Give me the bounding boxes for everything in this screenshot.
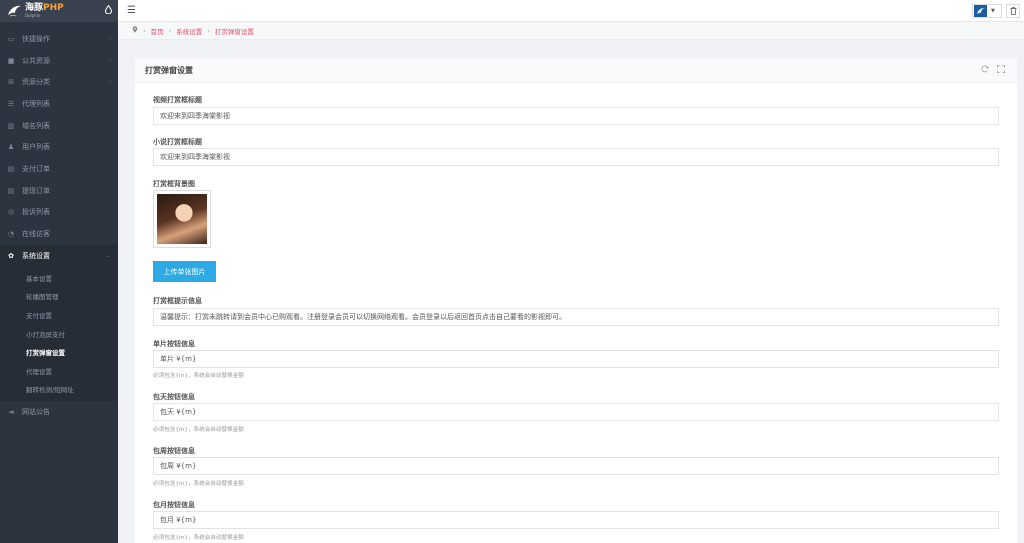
breadcrumb-current: 打赏弹窗设置 [214, 27, 254, 36]
sidebar-item[interactable]: ☰ 代理列表 [0, 93, 118, 115]
sidebar-item[interactable]: ▤ 支付订单 [0, 158, 118, 180]
sidebar-item-label: 域名列表 [22, 121, 50, 130]
user-icon: ♟ [7, 143, 15, 152]
water-drop-icon [104, 4, 113, 15]
sidebar-item[interactable]: ▭ 快捷操作 ‹ [0, 28, 118, 50]
list-icon: ☰ [7, 99, 15, 108]
trash-icon [1010, 7, 1016, 15]
card-header: 打赏弹窗设置 [135, 58, 1017, 83]
chevron-left-icon: ‹ [108, 35, 111, 43]
menu-toggle-icon[interactable]: ☰ [127, 5, 136, 16]
submenu-item[interactable]: 基本设置 [0, 269, 118, 288]
settings-card: 打赏弹窗设置 视频打赏框标题 欢迎来到四季海棠影视 小说打赏框标题 欢迎来到四季… [135, 58, 1017, 543]
fullscreen-icon[interactable] [997, 65, 1005, 75]
chevron-down-icon: ⌄ [105, 252, 111, 260]
video-title-input[interactable]: 欢迎来到四季海棠影视 [153, 107, 999, 125]
document-icon: ▤ [7, 186, 15, 195]
submenu-item[interactable]: 翻转检测/短网址 [0, 380, 118, 399]
chevron-down-icon: ▼ [991, 8, 995, 14]
sidebar-item[interactable]: ◄ 网站公告 [0, 401, 118, 423]
submenu-item[interactable]: 代理设置 [0, 362, 118, 381]
theme-drop-icon[interactable] [104, 4, 113, 17]
chevron-left-icon: ‹ [108, 57, 111, 65]
tip-input[interactable]: 温馨提示：打赏未跳转请到会员中心已购观看。注册登录会员可以切换网络观看。会员登录… [153, 308, 999, 326]
novel-title-input[interactable]: 欢迎来到四季海棠影视 [153, 148, 999, 166]
bar-chart-icon: ▥ [7, 121, 15, 130]
brand-name: 海豚 [25, 3, 44, 13]
complaint-icon: ◎ [7, 208, 15, 217]
document-icon: ▤ [7, 164, 15, 173]
dolphin-logo-icon [8, 5, 21, 17]
gear-icon: ✿ [8, 251, 14, 260]
week-button-input[interactable]: 包周 ¥{m} [153, 457, 999, 475]
brand-logo[interactable]: 海豚PHP Dolphin [6, 4, 64, 18]
sidebar-item-label: 投诉列表 [22, 208, 50, 217]
sidebar-item-system-settings[interactable]: ✿ 系统设置 ⌄ ⌄ [0, 244, 118, 267]
background-image-preview[interactable] [153, 190, 211, 248]
sidebar-item-label: 公共资源 [22, 56, 50, 65]
sidebar-item-label: 系统设置 [22, 251, 50, 260]
tip-label: 打赏框提示信息 [153, 297, 202, 305]
novel-title-label: 小说打赏框标题 [153, 138, 202, 146]
brand-subtitle: Dolphin [25, 13, 41, 18]
page-title: 打赏弹窗设置 [145, 65, 193, 75]
month-button-label: 包月按钮信息 [153, 501, 195, 509]
submenu-item[interactable]: 支付设置 [0, 306, 118, 325]
upload-image-button[interactable]: 上传单张图片 [153, 261, 216, 282]
logo-bar: 海豚PHP Dolphin [0, 0, 118, 22]
sidebar-item-label: 代理列表 [22, 99, 50, 108]
sidebar-item-label: 在线访客 [22, 230, 50, 239]
sidebar: 海豚PHP Dolphin ▭ 快捷操作 ‹ ■ 公共资源 ‹ ⊞ 资源分类 ‹ ☰ 代理列表 ▥ 域名… [0, 0, 118, 543]
sidebar-item-label: 用户列表 [22, 143, 50, 152]
month-button-input[interactable]: 包月 ¥{m} [153, 511, 999, 529]
sidebar-item[interactable]: ■ 公共资源 ‹ [0, 50, 118, 72]
submenu-item[interactable]: 轮播图管理 [0, 287, 118, 306]
day-button-help: 必须包含{m}，系统会自动替换金额 [153, 427, 244, 433]
sidebar-item[interactable]: ◎ 投诉列表 [0, 202, 118, 224]
single-button-input[interactable]: 单片 ¥{m} [153, 350, 999, 368]
sidebar-item[interactable]: ♟ 用户列表 [0, 136, 118, 158]
system-settings-submenu: 基本设置 轮播图管理 支付设置 小灯泡屏支付 打赏弹窗设置 代理设置 翻转检测/短网址 [0, 266, 118, 401]
background-image-label: 打赏框背景图 [153, 180, 195, 188]
folder-open-icon: ▭ [7, 34, 15, 43]
sidebar-item-label: 网站公告 [22, 407, 50, 416]
submenu-item[interactable]: 打赏弹窗设置 [0, 343, 118, 362]
sidebar-item[interactable]: ◔ 在线访客 [0, 223, 118, 245]
grid-icon: ⊞ [8, 78, 14, 87]
refresh-icon[interactable] [981, 65, 989, 75]
single-button-label: 单片按钮信息 [153, 340, 195, 348]
breadcrumb-system-settings[interactable]: 系统设置 [176, 26, 202, 36]
video-title-label: 视频打赏框标题 [153, 96, 202, 104]
background-image [157, 194, 207, 244]
avatar [974, 5, 987, 17]
breadcrumb-home[interactable]: 首页 [151, 26, 164, 36]
location-icon [132, 26, 138, 35]
user-menu-button[interactable]: ▼ [972, 4, 1002, 18]
sidebar-item-label: 快捷操作 [22, 34, 50, 43]
day-button-input[interactable]: 包天 ¥{m} [153, 403, 999, 421]
single-button-help: 必须包含{m}，系统会自动替换金额 [153, 373, 244, 379]
brand-name-accent: PHP [43, 3, 64, 13]
week-button-label: 包周按钮信息 [153, 447, 195, 455]
dolphin-avatar-icon [977, 8, 985, 14]
sidebar-item[interactable]: ⊞ 资源分类 ‹ [0, 71, 118, 93]
breadcrumb: › 首页 › 系统设置 › 打赏弹窗设置 [118, 22, 1024, 40]
visitor-icon: ◔ [7, 230, 15, 239]
video-icon: ■ [7, 56, 15, 65]
top-header: ☰ ▼ [118, 0, 1024, 22]
week-button-help: 必须包含{m}，系统会自动替换金额 [153, 481, 244, 487]
megaphone-icon: ◄ [8, 407, 14, 416]
clear-cache-button[interactable] [1006, 4, 1020, 18]
sidebar-item-label: 提现订单 [22, 186, 50, 195]
sidebar-item-label: 资源分类 [22, 78, 50, 87]
day-button-label: 包天按钮信息 [153, 393, 195, 401]
submenu-item[interactable]: 小灯泡屏支付 [0, 324, 118, 343]
sidebar-item[interactable]: ▤ 提现订单 [0, 180, 118, 202]
month-button-help: 必须包含{m}，系统会自动替换金额 [153, 535, 244, 541]
sidebar-item[interactable]: ▥ 域名列表 [0, 115, 118, 137]
chevron-left-icon: ‹ [108, 78, 111, 86]
sidebar-item-label: 支付订单 [22, 164, 50, 173]
sidebar-nav: ▭ 快捷操作 ‹ ■ 公共资源 ‹ ⊞ 资源分类 ‹ ☰ 代理列表 ▥ 域名列表 ♟ 用户列表 ▤ 支付订单 ▤ 提… [0, 22, 118, 422]
